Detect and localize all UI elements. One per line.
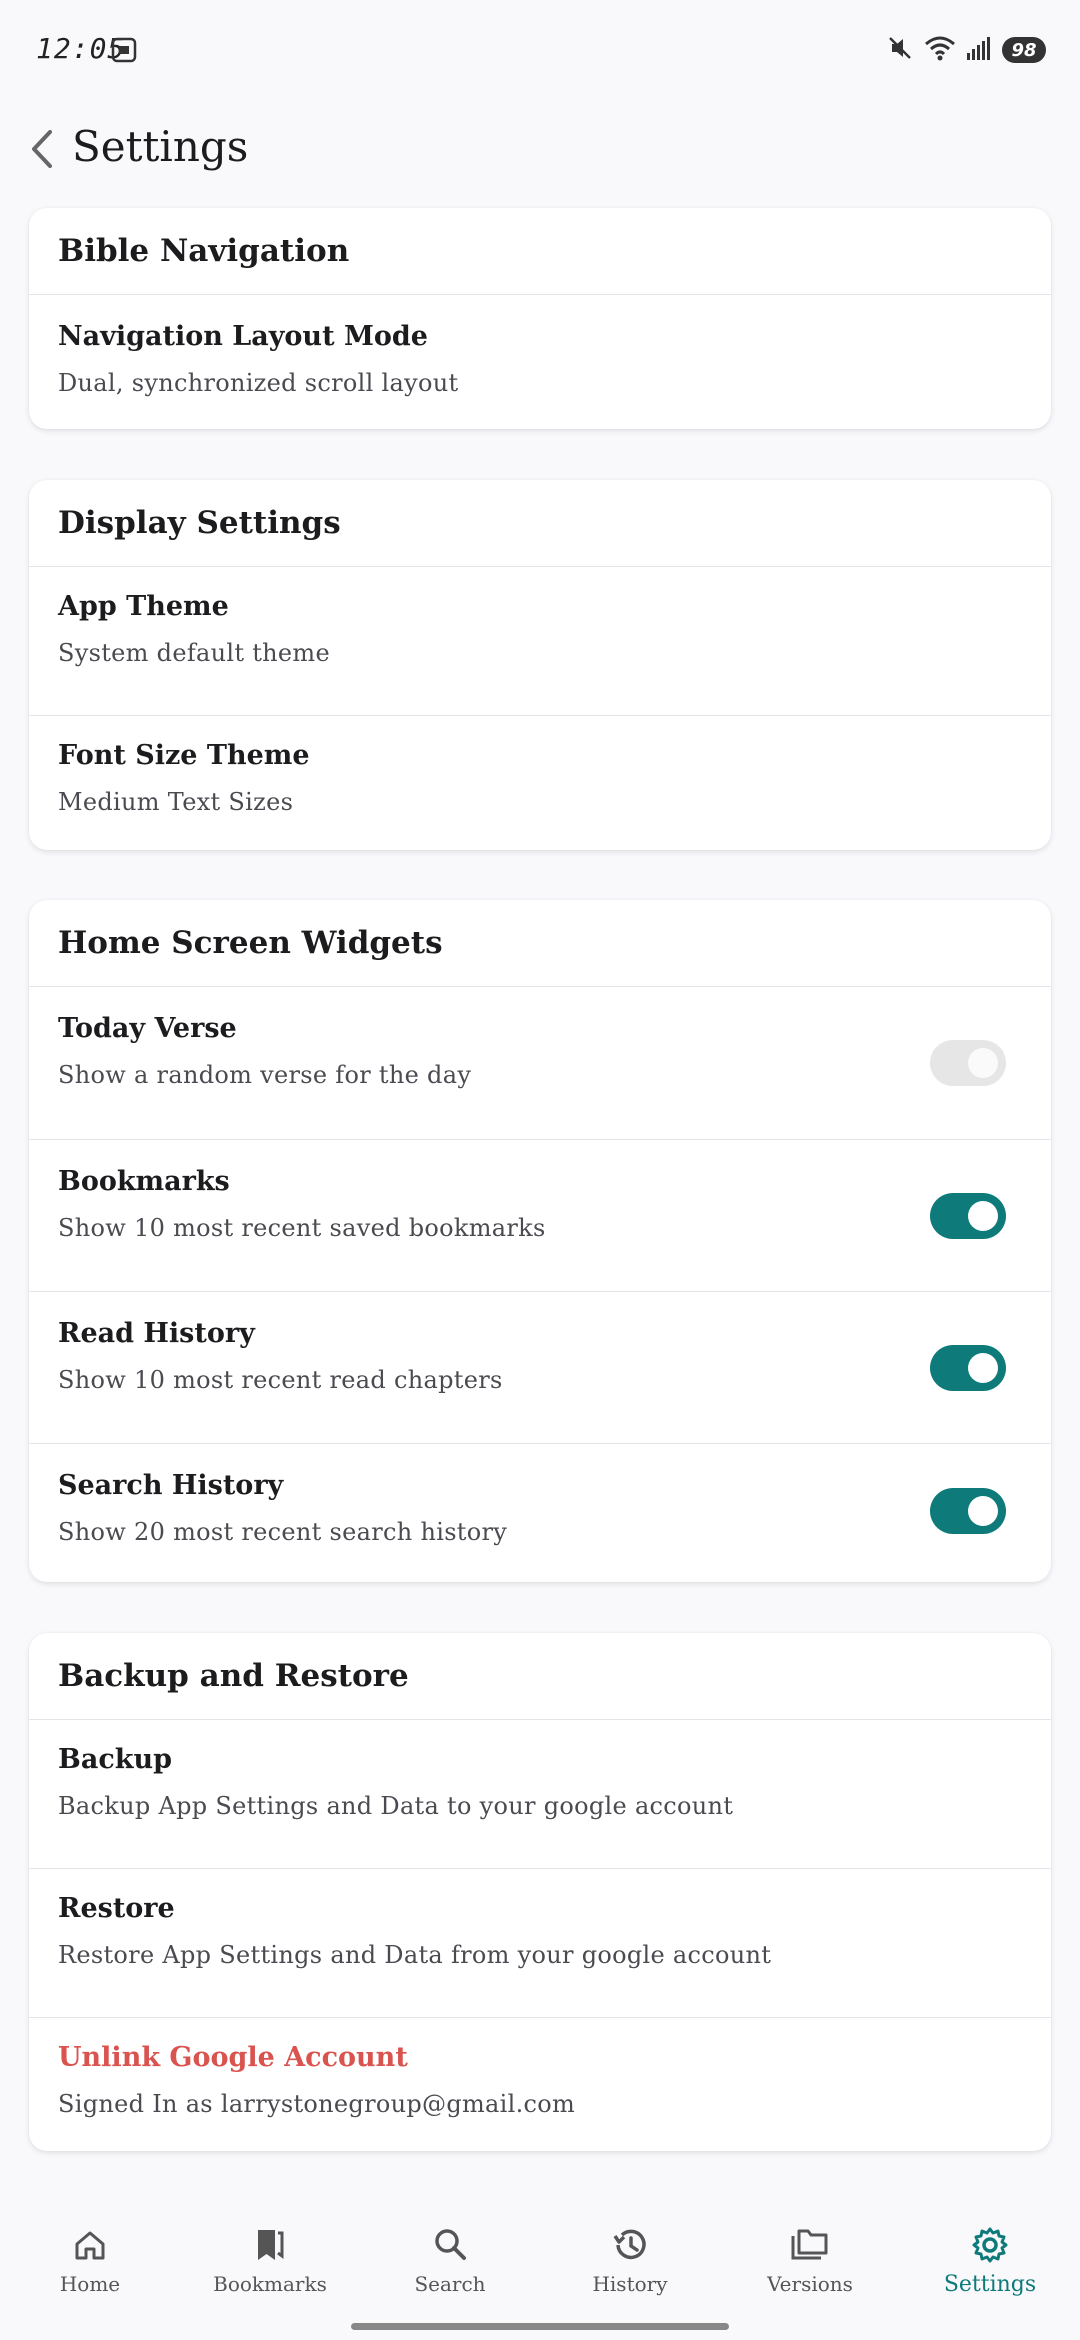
- toggle-knob: [968, 1048, 998, 1078]
- nav-history[interactable]: History: [540, 2224, 720, 2314]
- setting-search-history[interactable]: Search History Show 20 most recent searc…: [29, 1444, 1051, 1582]
- section-bible-navigation: Bible Navigation Navigation Layout Mode …: [29, 208, 1051, 429]
- unlink-account-link: Unlink Google Account: [58, 2042, 408, 2073]
- bookmarks-toggle[interactable]: [930, 1193, 1006, 1239]
- app-bar: Settings: [0, 110, 1080, 190]
- setting-subtitle: Show a random verse for the day: [58, 1061, 472, 1089]
- setting-title: Today Verse: [58, 1013, 237, 1044]
- home-icon: [75, 2231, 105, 2260]
- setting-title: Search History: [58, 1470, 284, 1501]
- setting-title: Font Size Theme: [58, 740, 310, 771]
- section-title: Display Settings: [29, 480, 1051, 567]
- nav-versions[interactable]: Versions: [720, 2224, 900, 2314]
- bookmark-icon: [258, 2230, 284, 2260]
- nav-bookmarks[interactable]: Bookmarks: [180, 2224, 360, 2314]
- setting-title: Read History: [58, 1318, 255, 1349]
- search-history-toggle[interactable]: [930, 1488, 1006, 1534]
- signal-icon: [966, 35, 992, 65]
- setting-font-size-theme[interactable]: Font Size Theme Medium Text Sizes: [29, 716, 1051, 850]
- setting-navigation-layout-mode[interactable]: Navigation Layout Mode Dual, synchronize…: [29, 295, 1051, 428]
- read-history-toggle[interactable]: [930, 1345, 1006, 1391]
- gear-icon: [972, 2227, 1008, 2263]
- setting-subtitle: System default theme: [58, 639, 330, 667]
- setting-subtitle: Show 20 most recent search history: [58, 1518, 508, 1546]
- nav-label: History: [592, 2272, 668, 2296]
- setting-subtitle: Restore App Settings and Data from your …: [58, 1941, 772, 1969]
- search-icon: [435, 2229, 466, 2260]
- setting-title: Restore: [58, 1893, 175, 1924]
- setting-subtitle: Show 10 most recent saved bookmarks: [58, 1214, 546, 1242]
- setting-read-history[interactable]: Read History Show 10 most recent read ch…: [29, 1292, 1051, 1444]
- setting-backup[interactable]: Backup Backup App Settings and Data to y…: [29, 1720, 1051, 1869]
- setting-unlink-google-account[interactable]: Unlink Google Account Signed In as larry…: [29, 2018, 1051, 2151]
- setting-subtitle: Backup App Settings and Data to your goo…: [58, 1792, 734, 1820]
- nav-label: Home: [59, 2272, 121, 2296]
- section-title: Bible Navigation: [29, 208, 1051, 295]
- page-title: Settings: [72, 122, 249, 171]
- setting-subtitle: Show 10 most recent read chapters: [58, 1366, 503, 1394]
- toggle-knob: [968, 1353, 998, 1383]
- toggle-knob: [968, 1201, 998, 1231]
- section-display-settings: Display Settings App Theme System defaul…: [29, 480, 1051, 850]
- setting-today-verse[interactable]: Today Verse Show a random verse for the …: [29, 987, 1051, 1140]
- nav-label: Versions: [767, 2272, 853, 2296]
- nav-label: Bookmarks: [213, 2272, 327, 2296]
- setting-restore[interactable]: Restore Restore App Settings and Data fr…: [29, 1869, 1051, 2018]
- section-title: Backup and Restore: [29, 1633, 1051, 1720]
- setting-subtitle: Signed In as larrystonegroup@gmail.com: [58, 2090, 576, 2118]
- section-home-screen-widgets: Home Screen Widgets Today Verse Show a r…: [29, 900, 1051, 1582]
- battery-indicator: 98: [1002, 37, 1046, 63]
- nav-label: Settings: [943, 2272, 1037, 2297]
- back-button[interactable]: [22, 124, 62, 174]
- nav-label: Search: [414, 2272, 486, 2296]
- screenshot-icon: [110, 36, 138, 68]
- folders-icon: [791, 2229, 828, 2260]
- today-verse-toggle[interactable]: [930, 1040, 1006, 1086]
- setting-bookmarks[interactable]: Bookmarks Show 10 most recent saved book…: [29, 1140, 1051, 1292]
- wifi-icon: [924, 34, 956, 66]
- section-title: Home Screen Widgets: [29, 900, 1051, 987]
- nav-settings[interactable]: Settings: [900, 2224, 1080, 2314]
- setting-subtitle: Medium Text Sizes: [58, 788, 294, 816]
- status-bar: 12:05 98: [0, 0, 1080, 100]
- setting-app-theme[interactable]: App Theme System default theme: [29, 567, 1051, 716]
- setting-title: App Theme: [58, 591, 229, 622]
- setting-title: Navigation Layout Mode: [58, 321, 428, 352]
- setting-title: Backup: [58, 1744, 172, 1775]
- history-icon: [613, 2229, 646, 2260]
- toggle-knob: [968, 1496, 998, 1526]
- nav-search[interactable]: Search: [360, 2224, 540, 2314]
- setting-subtitle: Dual, synchronized scroll layout: [58, 369, 459, 397]
- bottom-navigation: Home Bookmarks Search History Versions S…: [0, 2210, 1080, 2340]
- home-indicator[interactable]: [351, 2323, 729, 2330]
- mute-icon: [886, 34, 914, 66]
- chevron-left-icon: [32, 130, 52, 168]
- nav-home[interactable]: Home: [0, 2224, 180, 2314]
- setting-title: Bookmarks: [58, 1166, 230, 1197]
- section-backup-and-restore: Backup and Restore Backup Backup App Set…: [29, 1633, 1051, 2151]
- status-icons: 98: [886, 34, 1046, 66]
